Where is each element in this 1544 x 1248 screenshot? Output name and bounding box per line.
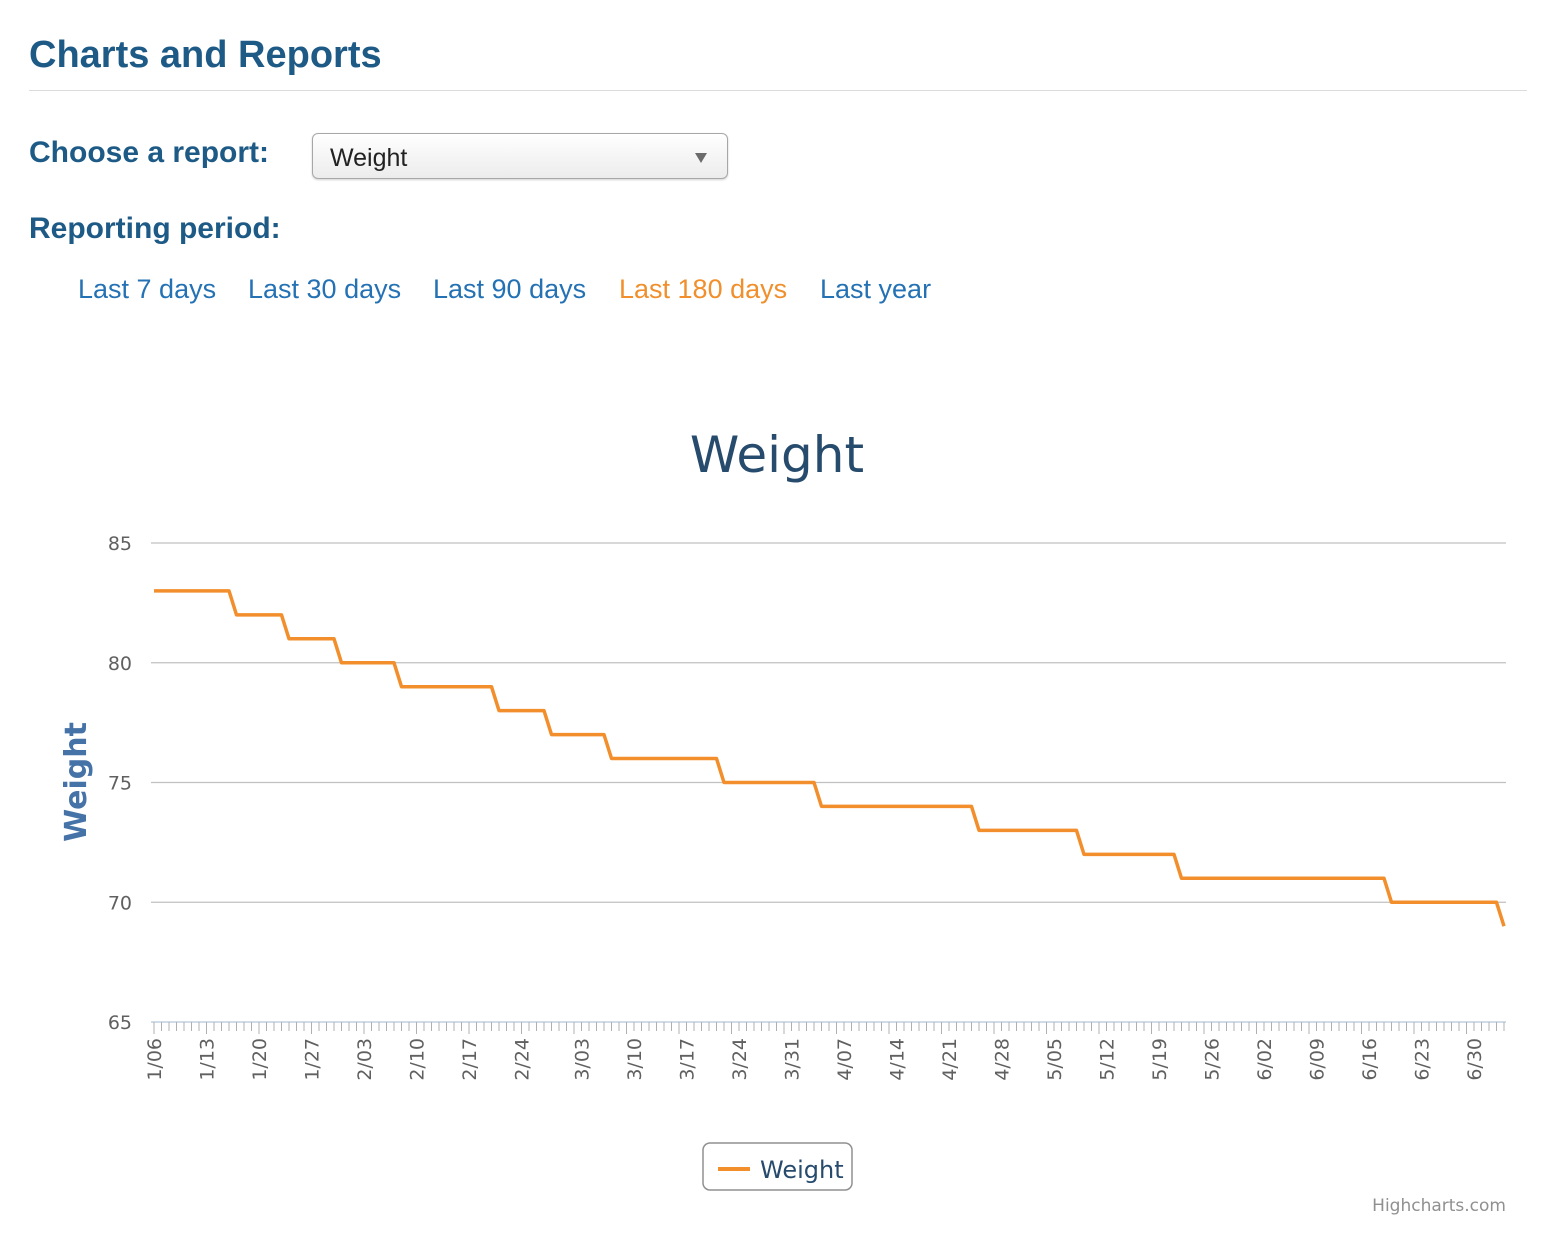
report-select[interactable]: Weight: [312, 133, 728, 179]
x-tick-label: 4/28: [992, 1038, 1014, 1081]
x-tick-label: 6/16: [1359, 1038, 1381, 1081]
x-tick-label: 2/24: [512, 1038, 534, 1081]
x-tick-label: 3/31: [782, 1038, 804, 1081]
y-tick-label: 75: [108, 773, 132, 795]
y-axis-ticks: 65 70 75 80 85: [108, 533, 132, 1034]
legend[interactable]: Weight: [702, 1142, 853, 1191]
x-tick-label: 5/19: [1149, 1038, 1171, 1081]
weight-chart: 65 70 75 80 85 1/06 1/13 1/20 1/27 2/03 2/10 2/17 2…: [0, 400, 1544, 1220]
x-tick-label: 2/17: [459, 1038, 481, 1081]
x-tick-label: 5/26: [1202, 1038, 1224, 1081]
x-tick-label: 3/17: [677, 1038, 699, 1081]
x-axis: 1/06 1/13 1/20 1/27 2/03 2/10 2/17 2/24 3/03 3/10…: [144, 1021, 1506, 1081]
x-tick-label: 3/10: [624, 1038, 646, 1081]
x-tick-label: 5/05: [1044, 1038, 1066, 1081]
x-tick-label: 1/13: [197, 1038, 219, 1081]
x-tick-label: 4/21: [939, 1038, 961, 1081]
grid-lines: [151, 542, 1506, 903]
x-tick-label: 4/07: [834, 1038, 856, 1081]
x-tick-label: 6/30: [1464, 1038, 1486, 1081]
x-tick-label: 6/02: [1254, 1038, 1276, 1081]
x-tick-label: 6/23: [1412, 1038, 1434, 1081]
reporting-period-label: Reporting period:: [29, 212, 281, 245]
chart-title: Weight: [690, 426, 864, 484]
series-line-weight[interactable]: [154, 589, 1506, 927]
chevron-down-icon: [695, 153, 707, 163]
x-tick-label: 1/20: [249, 1038, 271, 1081]
x-tick-label: 2/10: [407, 1038, 429, 1081]
choose-report-label: Choose a report:: [29, 136, 270, 169]
x-tick-label: 5/12: [1097, 1038, 1119, 1081]
page-title: Charts and Reports: [29, 34, 382, 76]
x-tick-label: 3/24: [729, 1038, 751, 1081]
chart-canvas: 65 70 75 80 85 1/06 1/13 1/20 1/27 2/03 2/10 2/17 2…: [59, 426, 1506, 1216]
x-tick-label: 4/14: [887, 1038, 909, 1081]
series-layer: [154, 589, 1506, 927]
period-link-last-year[interactable]: Last year: [820, 274, 931, 305]
y-tick-label: 65: [108, 1012, 132, 1034]
x-tick-label: 1/27: [302, 1038, 324, 1081]
report-select-value: Weight: [330, 144, 408, 172]
y-tick-label: 70: [108, 892, 132, 914]
period-link-last-7-days[interactable]: Last 7 days: [78, 274, 216, 305]
y-tick-label: 80: [108, 653, 132, 675]
credits-link[interactable]: Highcharts.com: [1372, 1196, 1506, 1216]
y-axis-title: Weight: [59, 722, 94, 842]
x-tick-label: 2/03: [354, 1038, 376, 1081]
period-link-last-90-days[interactable]: Last 90 days: [433, 274, 586, 305]
legend-item-weight[interactable]: Weight: [760, 1156, 844, 1184]
period-link-last-30-days[interactable]: Last 30 days: [248, 274, 401, 305]
x-tick-label: 1/06: [144, 1038, 166, 1081]
period-link-last-180-days[interactable]: Last 180 days: [619, 274, 787, 305]
x-tick-label: 3/03: [572, 1038, 594, 1081]
title-divider: [29, 90, 1527, 91]
y-tick-label: 85: [108, 533, 132, 555]
x-tick-label: 6/09: [1307, 1038, 1329, 1081]
